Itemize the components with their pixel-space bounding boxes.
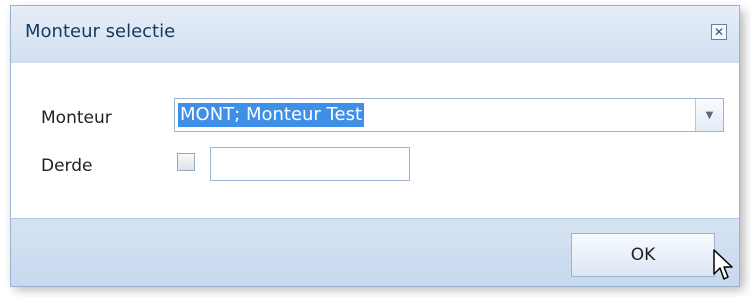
ok-button[interactable]: OK [571, 233, 715, 277]
derde-text-field[interactable] [210, 147, 410, 181]
dialog-content: Monteur MONT; Monteur Test ▼ Derde [11, 63, 739, 218]
dialog-titlebar[interactable]: Monteur selectie ✕ [11, 6, 739, 64]
close-icon[interactable]: ✕ [711, 24, 727, 40]
monteur-label: Monteur [41, 108, 112, 128]
mouse-cursor-icon [713, 249, 733, 280]
dialog-title: Monteur selectie [25, 21, 176, 42]
monteur-selectie-dialog: Monteur selectie ✕ Monteur MONT; Monteur… [10, 5, 740, 287]
monteur-selected-value[interactable]: MONT; Monteur Test [178, 103, 365, 127]
dialog-footer: OK [11, 218, 739, 286]
monteur-combobox[interactable]: MONT; Monteur Test ▼ [174, 98, 724, 132]
chevron-down-icon[interactable]: ▼ [695, 99, 723, 131]
derde-checkbox[interactable] [177, 153, 195, 171]
derde-label: Derde [41, 156, 93, 176]
